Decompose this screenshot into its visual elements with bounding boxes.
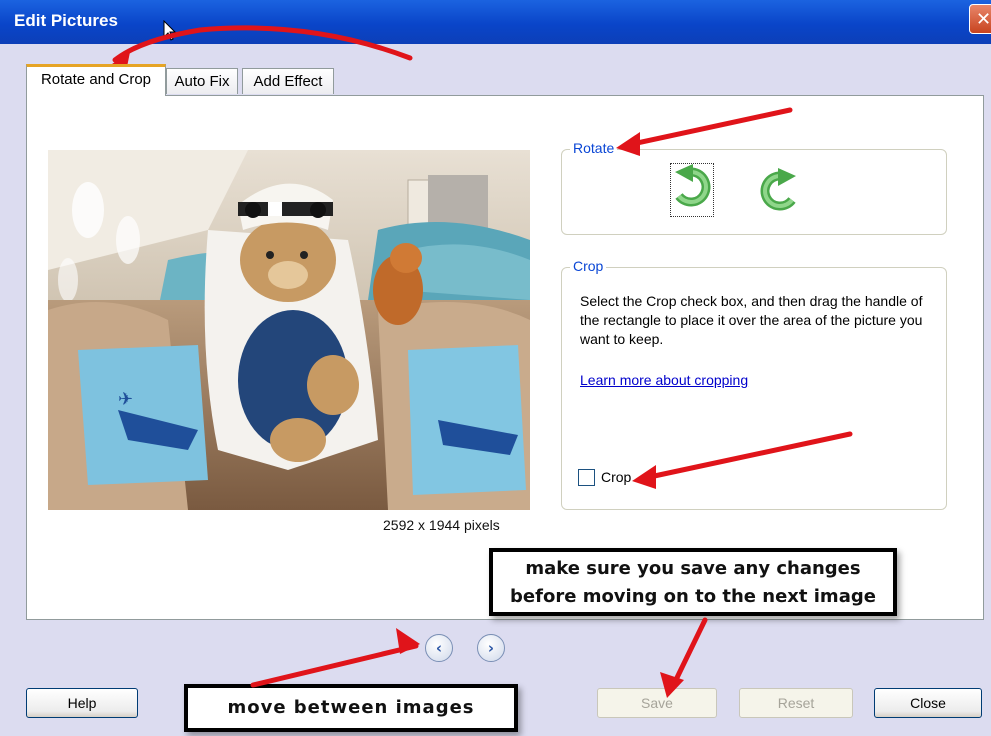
- teddy-bear-photo: ✈: [48, 150, 530, 510]
- reset-button[interactable]: Reset: [739, 688, 853, 718]
- move-between-images-callout: move between images: [184, 684, 518, 732]
- svg-text:✈: ✈: [118, 389, 133, 410]
- window-close-button[interactable]: ✕: [969, 4, 991, 34]
- previous-image-button[interactable]: ‹: [425, 634, 453, 662]
- rotate-left-arrow-icon: [675, 164, 711, 207]
- title-bar: Edit Pictures ✕: [0, 0, 991, 44]
- save-reminder-line2: before moving on to the next image: [510, 586, 876, 607]
- crop-legend: Crop: [570, 258, 607, 274]
- next-image-button[interactable]: ›: [477, 634, 505, 662]
- mouse-cursor-icon: [163, 20, 177, 41]
- crop-group: Crop Select the Crop check box, and then…: [561, 258, 947, 510]
- save-reminder-callout: make sure you save any changes before mo…: [489, 548, 897, 616]
- edit-pictures-dialog: Edit Pictures ✕ Rotate and Crop Auto Fix…: [0, 0, 991, 736]
- nav-arrowhead: [396, 628, 420, 654]
- save-reminder-line1: make sure you save any changes: [525, 558, 861, 579]
- crop-checkbox-label[interactable]: Crop: [601, 469, 631, 485]
- save-button[interactable]: Save: [597, 688, 717, 718]
- window-title: Edit Pictures: [14, 11, 118, 30]
- close-button[interactable]: Close: [874, 688, 982, 718]
- rotate-left-icon[interactable]: [670, 163, 714, 217]
- rotate-right-icon[interactable]: [760, 168, 800, 212]
- nav-arrow: [250, 643, 419, 688]
- crop-instructions: Select the Crop check box, and then drag…: [580, 293, 923, 347]
- crop-checkbox[interactable]: [578, 469, 595, 486]
- rotate-group: Rotate: [561, 140, 947, 235]
- tab-add-effect[interactable]: Add Effect: [242, 68, 334, 94]
- picture-preview: ✈: [48, 150, 530, 510]
- tab-auto-fix[interactable]: Auto Fix: [166, 68, 238, 94]
- help-button[interactable]: Help: [26, 688, 138, 718]
- learn-more-cropping-link[interactable]: Learn more about cropping: [580, 372, 748, 388]
- tab-rotate-and-crop[interactable]: Rotate and Crop: [26, 64, 166, 96]
- picture-dimensions: 2592 x 1944 pixels: [383, 517, 500, 533]
- rotate-right-arrow-icon: [760, 168, 796, 211]
- save-arrow: [669, 617, 708, 691]
- rotate-legend: Rotate: [570, 140, 618, 156]
